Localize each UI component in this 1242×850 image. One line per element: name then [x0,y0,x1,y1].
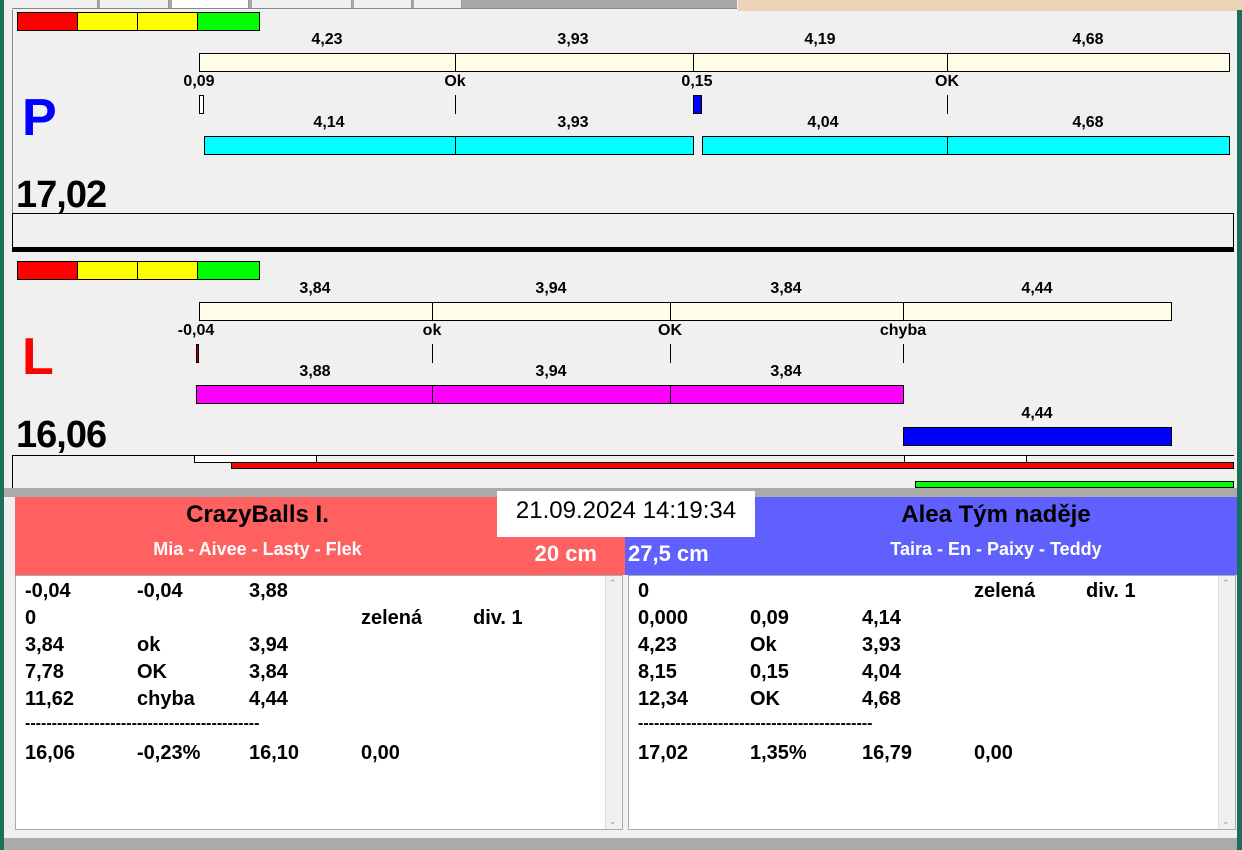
right-result-list[interactable]: 0 zelená div. 1 0,000 0,09 4,14 4,23 Ok 3,93 8… [628,575,1236,830]
scrollbar[interactable]: ⌃ ⌄ [605,576,622,829]
tab[interactable] [252,0,352,8]
l-lower-label: 3,88 [299,363,331,380]
l-top-label: 4,44 [1021,280,1053,297]
divider [12,247,1234,252]
left-team-name: CrazyBalls I. [186,501,329,528]
tab-strip [12,0,737,9]
l-magenta-bar [196,385,904,404]
green-progress [915,481,1234,488]
red-progress [231,462,1234,469]
p-mid-label: Ok [444,73,466,90]
l-mid-label: ok [422,322,442,339]
p-side-letter: P [22,89,57,147]
status-bar [4,838,1237,850]
tab[interactable] [100,0,169,8]
left-result-list[interactable]: -0,04 -0,04 3,88 0 zelená div. 1 3,84 ok 3,94 … [15,575,623,830]
p-lower-label: 4,04 [807,114,839,131]
tab[interactable] [354,0,412,8]
l-top-label: 3,84 [299,280,331,297]
l-marker [196,344,199,363]
p-lower-label: 3,93 [557,114,589,131]
p-marker [199,95,204,114]
p-top-label: 3,93 [557,31,589,48]
right-team-name: Alea Tým naděje [901,501,1091,528]
p-total: 17,02 [16,174,107,216]
l-total: 16,06 [16,414,107,456]
l-mid-label: chyba [879,322,927,339]
p-track [12,213,1234,248]
l-mid-label: -0,04 [177,322,215,339]
left-window-edge [0,0,4,850]
p-lower-label: 4,14 [313,114,345,131]
l-top-label: 3,94 [535,280,567,297]
p-cyan-bar [204,136,694,155]
tab[interactable] [414,0,462,8]
p-top-label: 4,19 [804,31,836,48]
tab[interactable] [12,0,98,8]
p-marker [693,95,702,114]
p-lower-label: 4,68 [1072,114,1104,131]
scrollbar[interactable]: ⌃ ⌄ [1218,576,1235,829]
right-team-members: Taira - En - Paixy - Teddy [890,539,1102,559]
left-team-distance: 20 cm [534,541,597,566]
p-mid-label: 0,09 [183,73,215,90]
l-lower-label: 3,94 [535,363,567,380]
l-mid-label: OK [658,322,682,339]
p-cyan-bar [702,136,1230,155]
l-lower-label: 3,84 [770,363,802,380]
p-mid-label: 0,15 [681,73,713,90]
right-team-distance: 27,5 cm [628,541,709,566]
l-blue-bar [903,427,1172,446]
right-window-edge [1237,10,1242,850]
left-team-members: Mia - Aivee - Lasty - Flek [153,539,362,559]
p-mid-label: OK [935,73,959,90]
p-top-label: 4,68 [1072,31,1104,48]
p-reference-bar [199,53,1230,72]
l-extra-label: 4,44 [1021,405,1053,422]
datetime-display: 21.09.2024 14:19:34 [497,491,755,537]
l-side-letter: L [22,328,54,386]
p-top-label: 4,23 [311,31,343,48]
l-top-label: 3,84 [770,280,802,297]
l-reference-bar [199,302,1172,321]
tab[interactable] [172,0,249,8]
